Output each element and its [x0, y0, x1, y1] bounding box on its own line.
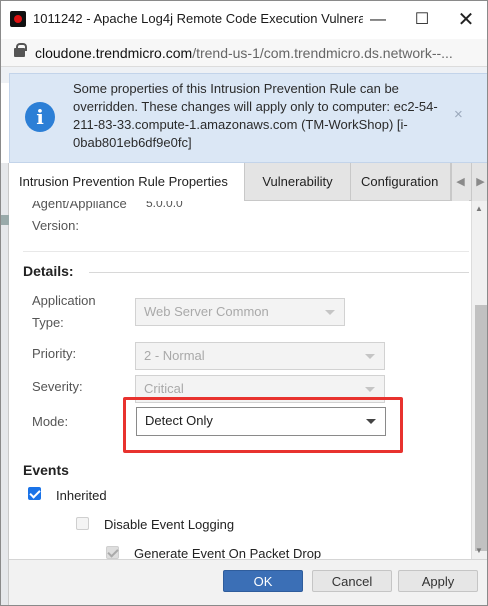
tab-scroll-right-icon[interactable]: ▶ [471, 163, 487, 201]
url-path: /trend-us-1/com.trendmicro.ds.network--.… [192, 45, 453, 61]
tab-scroll-left-icon[interactable]: ◀ [451, 163, 469, 201]
title-bar[interactable]: 1011242 - Apache Log4j Remote Code Execu… [1, 1, 487, 39]
apply-button[interactable]: Apply [398, 570, 478, 592]
agent-version-label: Agent/Appliance Version: [32, 201, 127, 233]
severity-label: Severity: [32, 379, 83, 394]
divider [23, 251, 469, 252]
chevron-down-icon [325, 310, 335, 315]
disable-event-logging-checkbox [76, 517, 89, 530]
scroll-down-icon[interactable]: ▼ [475, 546, 483, 555]
minimize-icon[interactable]: — [363, 7, 393, 33]
inherited-checkbox[interactable] [28, 487, 41, 500]
application-type-value: Web Server Common [144, 304, 269, 319]
maximize-icon[interactable]: ☐ [407, 7, 437, 33]
notice-close-icon[interactable]: × [454, 106, 463, 123]
agent-version-value: 5.0.0.0 [146, 201, 183, 210]
left-gutter [1, 163, 9, 605]
chevron-down-icon [366, 419, 376, 424]
gutter-marker [1, 215, 9, 225]
details-divider [89, 272, 469, 273]
notice-text: Some properties of this Intrusion Preven… [73, 81, 438, 150]
severity-value: Critical [144, 381, 184, 396]
mode-value: Detect Only [145, 413, 213, 428]
scroll-thumb[interactable] [475, 305, 487, 551]
details-heading: Details: [23, 263, 74, 279]
disable-event-logging-label: Disable Event Logging [104, 517, 235, 532]
chevron-down-icon [365, 387, 375, 392]
close-icon[interactable]: ✕ [451, 7, 481, 33]
tab-vulnerability[interactable]: Vulnerability [245, 163, 351, 201]
mode-label: Mode: [32, 414, 69, 429]
chevron-down-icon [365, 354, 375, 359]
app-icon [10, 11, 26, 27]
priority-select: 2 - Normal [135, 342, 385, 370]
info-icon: i [25, 102, 55, 132]
dialog-window: 1011242 - Apache Log4j Remote Code Execu… [0, 0, 488, 606]
scroll-up-icon[interactable]: ▲ [475, 204, 483, 213]
window-title: 1011242 - Apache Log4j Remote Code Execu… [33, 11, 363, 26]
ok-button[interactable]: OK [223, 570, 303, 592]
lock-icon [14, 43, 27, 57]
tab-configuration[interactable]: Configuration [351, 163, 451, 201]
application-type-select: Web Server Common [135, 298, 345, 326]
dialog-footer: OK Cancel Apply [9, 559, 487, 605]
application-type-label: Application Type: [32, 293, 96, 330]
packet-drop-checkbox [106, 546, 119, 559]
mode-select[interactable]: Detect Only [136, 407, 386, 436]
priority-value: 2 - Normal [144, 348, 205, 363]
cancel-button[interactable]: Cancel [312, 570, 392, 592]
priority-label: Priority: [32, 346, 77, 361]
properties-panel: Agent/Appliance Version: 5.0.0.0 Details… [9, 201, 469, 561]
url-text[interactable]: cloudone.trendmicro.com/trend-us-1/com.t… [35, 45, 453, 61]
tab-ips-rule-properties[interactable]: Intrusion Prevention Rule Properties [9, 163, 245, 202]
events-heading: Events [23, 462, 69, 478]
address-bar[interactable]: cloudone.trendmicro.com/trend-us-1/com.t… [1, 39, 487, 67]
url-host: cloudone.trendmicro.com [35, 45, 193, 61]
vertical-scrollbar[interactable]: ▲ ▼ [471, 201, 487, 559]
inherited-label: Inherited [56, 488, 107, 503]
tab-bar: Intrusion Prevention Rule Properties Vul… [9, 163, 487, 202]
